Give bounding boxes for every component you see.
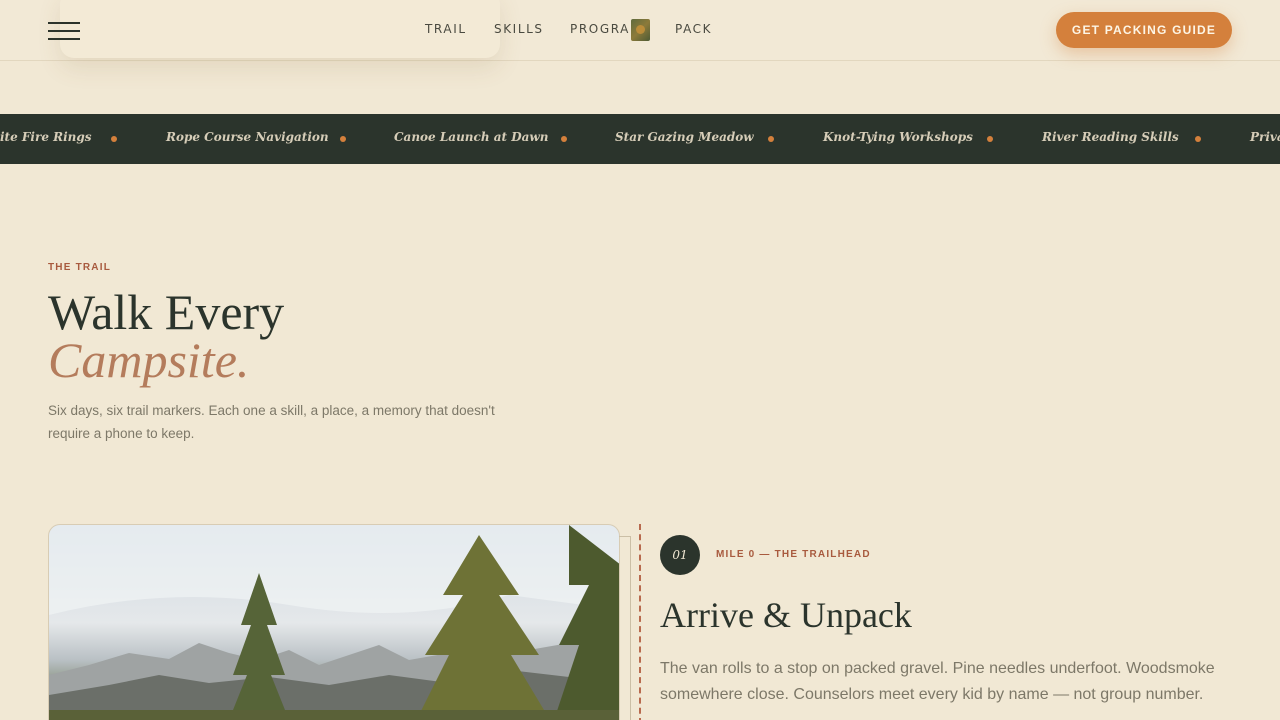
program-thumbnail-icon bbox=[631, 19, 650, 41]
marquee-item: Priva bbox=[1250, 130, 1280, 144]
activity-marquee: ite Fire Rings Rope Course Navigation Ca… bbox=[0, 114, 1280, 164]
marquee-dot bbox=[111, 136, 117, 142]
get-packing-guide-button[interactable]: GET PACKING GUIDE bbox=[1056, 12, 1232, 48]
marquee-item: River Reading Skills bbox=[1042, 130, 1179, 144]
site-header: TRAIL SKILLS PROGRAM PACK GET PACKING GU… bbox=[0, 0, 1280, 61]
marquee-dot bbox=[1195, 136, 1201, 142]
marquee-item: Canoe Launch at Dawn bbox=[394, 130, 549, 144]
step-title: Arrive & Unpack bbox=[660, 595, 912, 635]
step-number-badge: 01 bbox=[660, 535, 700, 575]
marquee-item: ite Fire Rings bbox=[0, 130, 92, 144]
nav-item-skills[interactable]: SKILLS bbox=[494, 22, 544, 38]
menu-icon[interactable] bbox=[48, 22, 80, 40]
step-body: The van rolls to a stop on packed gravel… bbox=[660, 660, 1215, 703]
nav-item-pack[interactable]: PACK bbox=[675, 22, 712, 38]
marquee-dot bbox=[768, 136, 774, 142]
photo-frame-accent bbox=[619, 536, 631, 720]
marquee-dot bbox=[561, 136, 567, 142]
marquee-item: Knot-Tying Workshops bbox=[823, 130, 973, 144]
trail-timeline-line bbox=[639, 524, 641, 720]
section-lede: Six days, six trail markers. Each one a … bbox=[48, 403, 495, 441]
marquee-item: Star Gazing Meadow bbox=[615, 130, 754, 144]
marquee-dot bbox=[340, 136, 346, 142]
marquee-item: Rope Course Navigation bbox=[166, 130, 329, 144]
marquee-dot bbox=[987, 136, 993, 142]
step-eyebrow: MILE 0 — THE TRAILHEAD bbox=[716, 549, 871, 560]
mountain-forest-illustration bbox=[49, 525, 619, 720]
section-eyebrow: THE TRAIL bbox=[48, 262, 112, 273]
trailhead-photo bbox=[48, 524, 620, 720]
section-title-italic: Campsite. bbox=[48, 332, 250, 388]
nav-item-trail[interactable]: TRAIL bbox=[425, 22, 467, 38]
